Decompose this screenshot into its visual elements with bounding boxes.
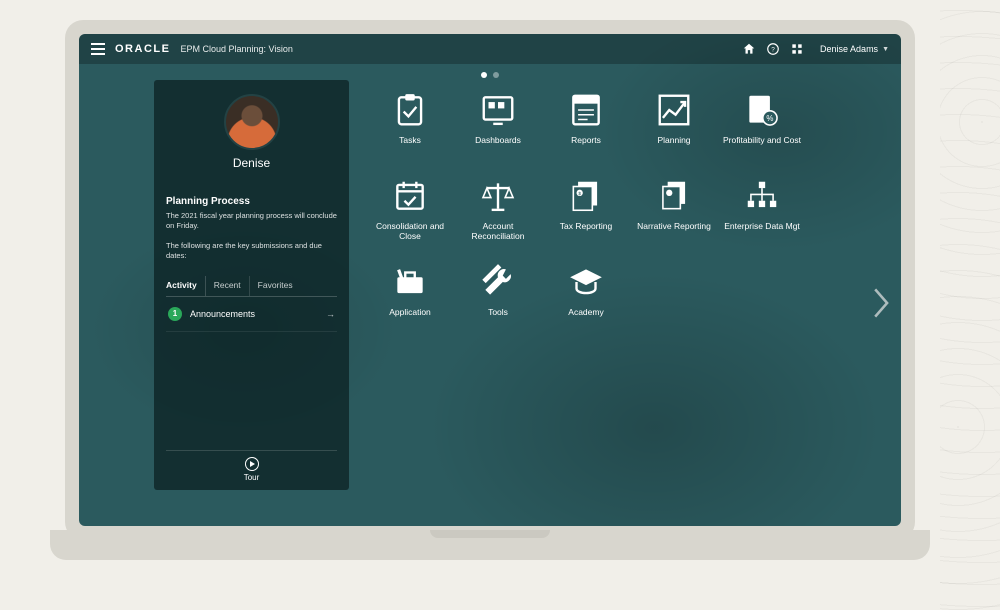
card-consolidation[interactable]: Consolidation and Close	[367, 174, 453, 256]
announcement-line-1: The 2021 fiscal year planning process wi…	[166, 211, 337, 231]
card-label: Tools	[488, 308, 508, 318]
tour-label[interactable]: Tour	[166, 473, 337, 482]
hierarchy-icon	[742, 176, 782, 216]
clipboard-check-icon	[390, 90, 430, 130]
apps-icon[interactable]	[790, 42, 804, 56]
card-academy[interactable]: Academy	[543, 260, 629, 342]
card-label: Narrative Reporting	[637, 222, 711, 232]
card-tasks[interactable]: Tasks	[367, 88, 453, 170]
card-enterprise-data-mgt[interactable]: Enterprise Data Mgt	[719, 174, 805, 256]
card-label: Dashboards	[475, 136, 521, 146]
card-label: Academy	[568, 308, 603, 318]
dashboard-icon	[478, 90, 518, 130]
panel-username: Denise	[233, 156, 270, 170]
activity-row-announcements[interactable]: 1 Announcements →	[166, 297, 337, 332]
announcement-title: Planning Process	[166, 196, 337, 207]
announcement-line-2: The following are the key submissions an…	[166, 241, 337, 261]
user-menu[interactable]: Denise Adams ▼	[820, 44, 889, 54]
balance-scale-icon	[478, 176, 518, 216]
calendar-check-icon	[390, 176, 430, 216]
card-label: Profitability and Cost	[723, 136, 801, 146]
panel-footer: Tour	[166, 450, 337, 484]
cards-grid: Tasks Dashboards Reports	[367, 88, 805, 526]
decorative-contour	[940, 0, 1000, 610]
brand-logo: ORACLE	[115, 43, 170, 55]
avatar	[224, 94, 280, 150]
menu-icon[interactable]	[91, 43, 105, 55]
card-label: Tax Reporting	[560, 222, 612, 232]
profitability-icon: %	[742, 90, 782, 130]
svg-text:?: ?	[771, 46, 775, 53]
narrative-documents-icon	[654, 176, 694, 216]
tab-activity[interactable]: Activity	[166, 276, 206, 296]
side-panel: Denise Planning Process The 2021 fiscal …	[154, 80, 349, 490]
card-dashboards[interactable]: Dashboards	[455, 88, 541, 170]
svg-text:$: $	[578, 191, 581, 197]
announcement-block: Planning Process The 2021 fiscal year pl…	[166, 196, 337, 272]
activity-label: Announcements	[190, 309, 255, 319]
tab-favorites[interactable]: Favorites	[258, 276, 301, 296]
card-planning[interactable]: Planning	[631, 88, 717, 170]
card-label: Application	[389, 308, 431, 318]
report-icon	[566, 90, 606, 130]
toolbox-icon	[390, 262, 430, 302]
tax-documents-icon: $	[566, 176, 606, 216]
card-reports[interactable]: Reports	[543, 88, 629, 170]
app-screen: ORACLE EPM Cloud Planning: Vision ? Deni…	[79, 34, 901, 526]
card-label: Enterprise Data Mgt	[724, 222, 800, 232]
card-label: Tasks	[399, 136, 421, 146]
card-label: Reports	[571, 136, 601, 146]
card-tools[interactable]: Tools	[455, 260, 541, 342]
card-account-reconciliation[interactable]: Account Reconciliation	[455, 174, 541, 256]
main-area: Denise Planning Process The 2021 fiscal …	[79, 80, 901, 526]
card-label: Planning	[657, 136, 690, 146]
next-page-arrow[interactable]	[869, 283, 895, 323]
chart-line-icon	[654, 90, 694, 130]
card-tax-reporting[interactable]: $ Tax Reporting	[543, 174, 629, 256]
pager-dot-2[interactable]	[493, 72, 499, 78]
user-name: Denise Adams	[820, 44, 878, 54]
play-icon[interactable]	[245, 457, 259, 471]
home-icon[interactable]	[742, 42, 756, 56]
tools-icon	[478, 262, 518, 302]
laptop-base	[50, 530, 930, 560]
help-icon[interactable]: ?	[766, 42, 780, 56]
page-indicator	[79, 64, 901, 80]
panel-tabs: Activity Recent Favorites	[166, 276, 337, 297]
arrow-right-icon: →	[326, 309, 335, 319]
pager-dot-1[interactable]	[481, 72, 487, 78]
top-bar: ORACLE EPM Cloud Planning: Vision ? Deni…	[79, 34, 901, 64]
graduation-cap-icon	[566, 262, 606, 302]
card-narrative-reporting[interactable]: Narrative Reporting	[631, 174, 717, 256]
activity-badge: 1	[168, 307, 182, 321]
card-label: Consolidation and Close	[370, 222, 450, 242]
card-profitability[interactable]: % Profitability and Cost	[719, 88, 805, 170]
laptop-frame: ORACLE EPM Cloud Planning: Vision ? Deni…	[50, 20, 930, 580]
product-name: EPM Cloud Planning: Vision	[180, 44, 292, 54]
laptop-bezel: ORACLE EPM Cloud Planning: Vision ? Deni…	[65, 20, 915, 540]
svg-text:%: %	[766, 114, 773, 123]
tab-recent[interactable]: Recent	[214, 276, 250, 296]
chevron-down-icon: ▼	[882, 46, 889, 53]
card-application[interactable]: Application	[367, 260, 453, 342]
card-label: Account Reconciliation	[458, 222, 538, 242]
